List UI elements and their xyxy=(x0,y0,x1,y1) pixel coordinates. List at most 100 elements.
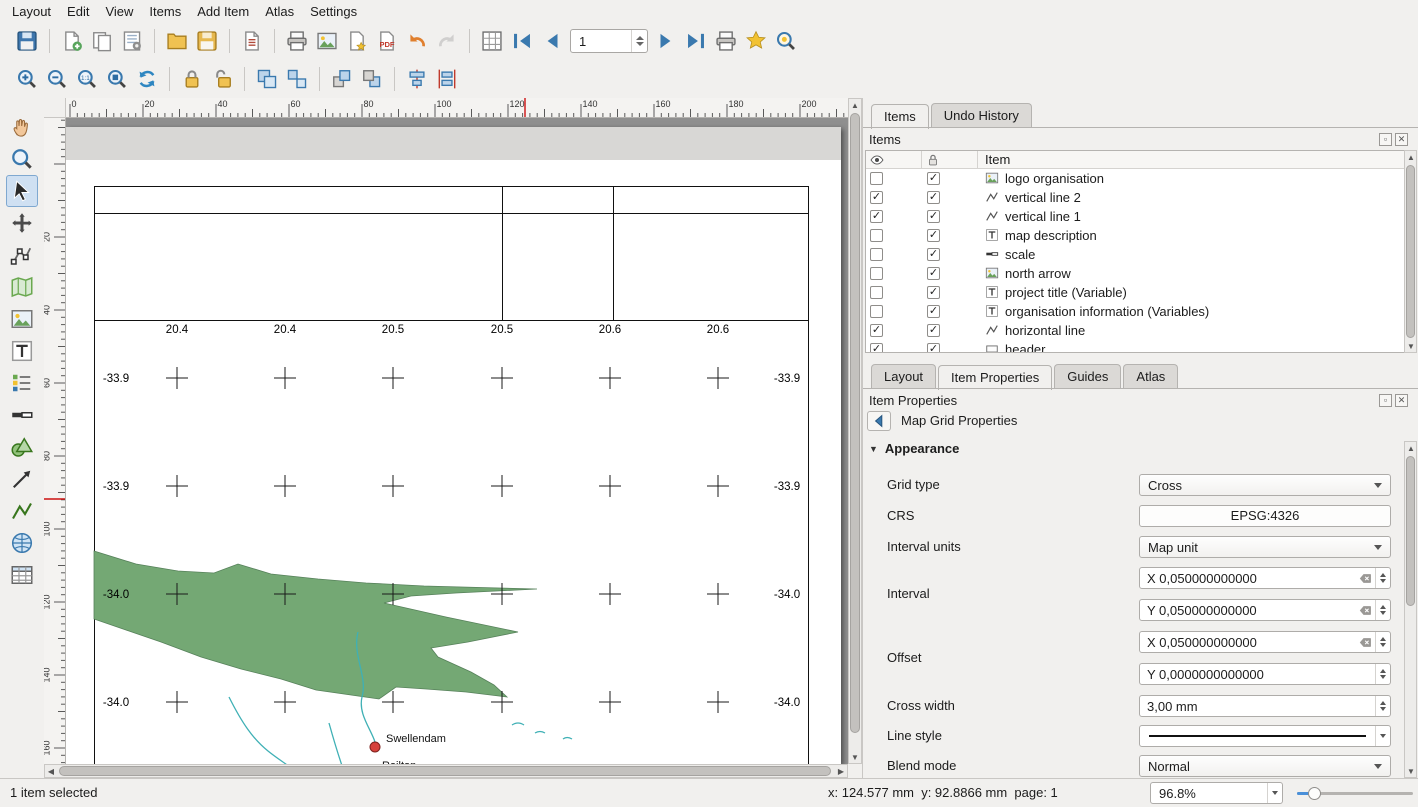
scroll-up-icon[interactable]: ▲ xyxy=(1405,442,1417,454)
lock-checkbox[interactable] xyxy=(927,229,940,242)
add-html-button[interactable] xyxy=(6,527,38,559)
layout-manager-button[interactable] xyxy=(117,26,147,56)
visibility-checkbox[interactable] xyxy=(870,286,883,299)
preview-atlas-button[interactable] xyxy=(477,26,507,56)
item-row[interactable]: project title (Variable) xyxy=(866,283,1404,302)
item-row[interactable]: north arrow xyxy=(866,264,1404,283)
tab-undo-history[interactable]: Undo History xyxy=(931,103,1032,128)
tab-atlas[interactable]: Atlas xyxy=(1123,364,1178,389)
tab-item-properties[interactable]: Item Properties xyxy=(938,365,1052,390)
visibility-checkbox[interactable] xyxy=(870,343,883,353)
scrollbar-thumb[interactable] xyxy=(1406,165,1415,338)
undo-button[interactable] xyxy=(402,26,432,56)
menu-edit[interactable]: Edit xyxy=(59,2,97,21)
item-row[interactable]: vertical line 1 xyxy=(866,207,1404,226)
item-row[interactable]: scale xyxy=(866,245,1404,264)
spinner-arrows[interactable] xyxy=(631,30,647,52)
offset-y-input[interactable]: Y 0,0000000000000 xyxy=(1139,663,1391,685)
align-selected-items-button[interactable] xyxy=(402,64,432,94)
crs-button[interactable]: EPSG:4326 xyxy=(1139,505,1391,527)
save-as-template-button[interactable] xyxy=(192,26,222,56)
zoom-full-button[interactable] xyxy=(102,64,132,94)
add-label-button[interactable] xyxy=(6,335,38,367)
scrollbar-thumb[interactable] xyxy=(1406,456,1415,606)
item-row[interactable]: logo organisation xyxy=(866,169,1404,188)
cross-width-input[interactable]: 3,00 mm xyxy=(1139,695,1391,717)
select-move-item-button[interactable] xyxy=(6,175,38,207)
raise-selected-items-button[interactable] xyxy=(327,64,357,94)
offset-x-input[interactable]: X 0,050000000000 xyxy=(1139,631,1391,653)
tab-guides[interactable]: Guides xyxy=(1054,364,1121,389)
clear-icon[interactable] xyxy=(1359,572,1372,585)
edit-nodes-item-button[interactable] xyxy=(6,239,38,271)
lock-checkbox[interactable] xyxy=(927,305,940,318)
tab-layout[interactable]: Layout xyxy=(871,364,936,389)
menu-layout[interactable]: Layout xyxy=(4,2,59,21)
lock-checkbox[interactable] xyxy=(927,172,940,185)
add-legend-button[interactable] xyxy=(6,367,38,399)
scroll-down-icon[interactable]: ▼ xyxy=(1405,340,1417,352)
atlas-next-feature-button[interactable] xyxy=(651,26,681,56)
zoom-in-button[interactable] xyxy=(12,64,42,94)
scroll-right-icon[interactable]: ▶ xyxy=(835,765,847,777)
unlock-all-items-button[interactable] xyxy=(207,64,237,94)
spinner-arrows[interactable] xyxy=(1375,568,1390,588)
atlas-last-feature-button[interactable] xyxy=(681,26,711,56)
move-item-content-button[interactable] xyxy=(6,207,38,239)
redo-button[interactable] xyxy=(432,26,462,56)
duplicate-layout-button[interactable] xyxy=(87,26,117,56)
print-layout-button[interactable] xyxy=(282,26,312,56)
new-report-button[interactable] xyxy=(237,26,267,56)
visibility-checkbox[interactable] xyxy=(870,267,883,280)
zoom-tool-button[interactable] xyxy=(6,143,38,175)
scroll-left-icon[interactable]: ◀ xyxy=(45,765,57,777)
add-picture-button[interactable] xyxy=(6,303,38,335)
close-panel-icon[interactable]: ✕ xyxy=(1395,394,1408,407)
items-scrollbar[interactable]: ▲ ▼ xyxy=(1404,150,1417,353)
lock-selected-items-button[interactable] xyxy=(177,64,207,94)
float-panel-icon[interactable]: ▫ xyxy=(1379,133,1392,146)
canvas-horizontal-scrollbar[interactable]: ◀ ▶ xyxy=(44,764,848,778)
add-scalebar-button[interactable] xyxy=(6,399,38,431)
new-layout-button[interactable] xyxy=(57,26,87,56)
scrollbar-thumb[interactable] xyxy=(59,766,831,776)
lock-checkbox[interactable] xyxy=(927,286,940,299)
atlas-page-spinbox[interactable]: 1 xyxy=(570,29,648,53)
menu-atlas[interactable]: Atlas xyxy=(257,2,302,21)
scroll-up-icon[interactable]: ▲ xyxy=(1405,151,1417,163)
item-row[interactable]: horizontal line xyxy=(866,321,1404,340)
scroll-down-icon[interactable]: ▼ xyxy=(849,751,861,763)
properties-scrollbar[interactable]: ▲ ▼ xyxy=(1404,441,1417,778)
visibility-checkbox[interactable] xyxy=(870,172,883,185)
menu-settings[interactable]: Settings xyxy=(302,2,365,21)
add-map-button[interactable] xyxy=(6,271,38,303)
menu-view[interactable]: View xyxy=(97,2,141,21)
visibility-checkbox[interactable] xyxy=(870,324,883,337)
float-panel-icon[interactable]: ▫ xyxy=(1379,394,1392,407)
export-atlas-button[interactable] xyxy=(771,26,801,56)
scroll-down-icon[interactable]: ▼ xyxy=(1405,765,1417,777)
interval-y-input[interactable]: Y 0,050000000000 xyxy=(1139,599,1391,621)
blend-mode-combo[interactable]: Normal xyxy=(1139,755,1391,777)
group-items-button[interactable] xyxy=(252,64,282,94)
interval-units-combo[interactable]: Map unit xyxy=(1139,536,1391,558)
add-arrow-button[interactable] xyxy=(6,463,38,495)
layout-canvas[interactable]: 20.420.420.520.520.620.6-33.9-33.9-34.0-… xyxy=(66,118,848,764)
zoom-out-button[interactable] xyxy=(42,64,72,94)
spinner-arrows[interactable] xyxy=(1375,632,1390,652)
atlas-first-feature-button[interactable] xyxy=(507,26,537,56)
add-shape-button[interactable] xyxy=(6,431,38,463)
add-attribute-table-button[interactable] xyxy=(6,559,38,591)
item-row[interactable]: vertical line 2 xyxy=(866,188,1404,207)
zoom-level-combo[interactable]: 96.8% xyxy=(1150,782,1283,804)
atlas-previous-feature-button[interactable] xyxy=(537,26,567,56)
spinner-arrows[interactable] xyxy=(1375,600,1390,620)
appearance-section-header[interactable]: ▼ Appearance xyxy=(869,441,959,456)
tab-items[interactable]: Items xyxy=(871,104,929,129)
ungroup-items-button[interactable] xyxy=(282,64,312,94)
scroll-up-icon[interactable]: ▲ xyxy=(849,99,861,111)
chevron-down-icon[interactable] xyxy=(1375,726,1390,746)
lock-checkbox[interactable] xyxy=(927,267,940,280)
visibility-checkbox[interactable] xyxy=(870,191,883,204)
add-node-item-button[interactable] xyxy=(6,495,38,527)
